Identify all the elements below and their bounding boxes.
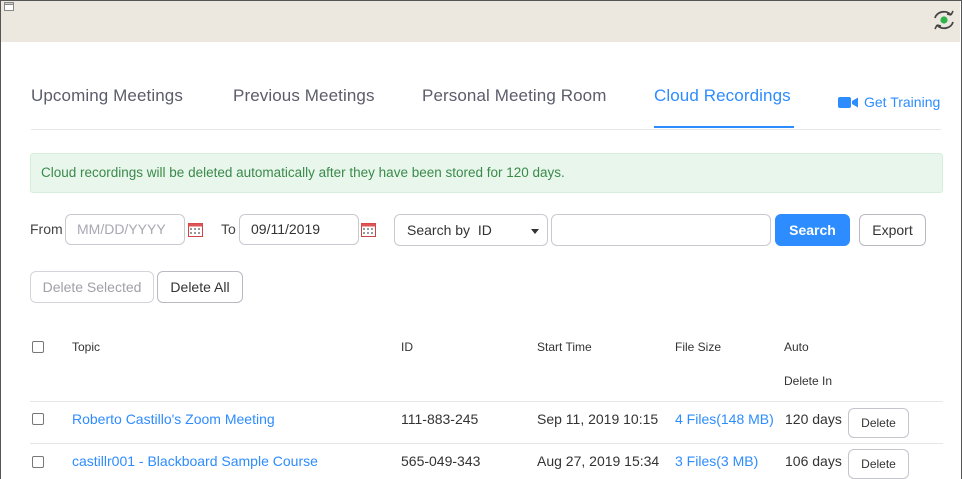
video-camera-icon bbox=[838, 96, 858, 108]
tab-cloud-recordings[interactable]: Cloud Recordings bbox=[654, 86, 791, 106]
delete-button[interactable]: Delete bbox=[848, 449, 909, 479]
recording-topic-link[interactable]: castillr001 - Blackboard Sample Course bbox=[72, 453, 318, 469]
to-label: To bbox=[221, 221, 236, 237]
calendar-icon[interactable] bbox=[361, 222, 376, 237]
auto-delete-days: 106 days bbox=[785, 453, 842, 469]
retention-notice: Cloud recordings will be deleted automat… bbox=[30, 153, 943, 193]
tab-upcoming-meetings[interactable]: Upcoming Meetings bbox=[31, 86, 183, 106]
tab-personal-meeting-room[interactable]: Personal Meeting Room bbox=[422, 86, 606, 106]
delete-selected-button[interactable]: Delete Selected bbox=[30, 271, 154, 303]
start-time: Sep 11, 2019 10:15 bbox=[537, 411, 659, 427]
top-toolbar bbox=[1, 1, 960, 42]
search-by-value: Search by ID bbox=[407, 222, 492, 238]
header-delete-in: Delete In bbox=[784, 374, 833, 388]
header-topic: Topic bbox=[72, 340, 101, 354]
window-corner-icon bbox=[4, 2, 14, 11]
chevron-down-icon bbox=[531, 229, 539, 234]
from-label: From bbox=[30, 221, 63, 237]
sync-eye-icon[interactable] bbox=[931, 9, 957, 31]
meeting-id: 111-883-245 bbox=[401, 411, 479, 427]
search-input[interactable] bbox=[551, 214, 771, 246]
search-button[interactable]: Search bbox=[775, 214, 850, 246]
row-checkbox[interactable] bbox=[32, 413, 44, 425]
header-auto: Auto bbox=[784, 340, 809, 354]
to-date-field[interactable]: 09/11/2019 bbox=[239, 214, 359, 245]
file-size-link[interactable]: 3 Files(3 MB) bbox=[675, 453, 758, 469]
meeting-tabs: Upcoming Meetings Previous Meetings Pers… bbox=[31, 86, 941, 130]
start-time: Aug 27, 2019 15:34 bbox=[537, 453, 660, 469]
recording-topic-link[interactable]: Roberto Castillo's Zoom Meeting bbox=[72, 411, 275, 427]
row-checkbox[interactable] bbox=[32, 456, 44, 468]
calendar-icon[interactable] bbox=[188, 222, 203, 237]
auto-delete-days: 120 days bbox=[785, 411, 842, 427]
get-training-link[interactable]: Get Training bbox=[838, 94, 940, 110]
row-divider bbox=[30, 443, 943, 444]
meeting-id: 565-049-343 bbox=[401, 453, 481, 469]
header-start-time: Start Time bbox=[537, 340, 592, 354]
file-size-link[interactable]: 4 Files(148 MB) bbox=[675, 411, 774, 427]
delete-button[interactable]: Delete bbox=[848, 408, 909, 438]
get-training-label: Get Training bbox=[864, 94, 941, 110]
active-tab-underline bbox=[654, 126, 794, 128]
select-all-checkbox[interactable] bbox=[32, 341, 44, 353]
row-divider bbox=[30, 401, 943, 402]
header-file-size: File Size bbox=[675, 340, 722, 354]
header-id: ID bbox=[401, 340, 413, 354]
tab-previous-meetings[interactable]: Previous Meetings bbox=[233, 86, 375, 106]
export-button[interactable]: Export bbox=[859, 214, 926, 246]
from-date-field[interactable]: MM/DD/YYYY bbox=[65, 214, 185, 245]
search-by-dropdown[interactable]: Search by ID bbox=[394, 214, 548, 246]
delete-all-button[interactable]: Delete All bbox=[157, 271, 243, 303]
